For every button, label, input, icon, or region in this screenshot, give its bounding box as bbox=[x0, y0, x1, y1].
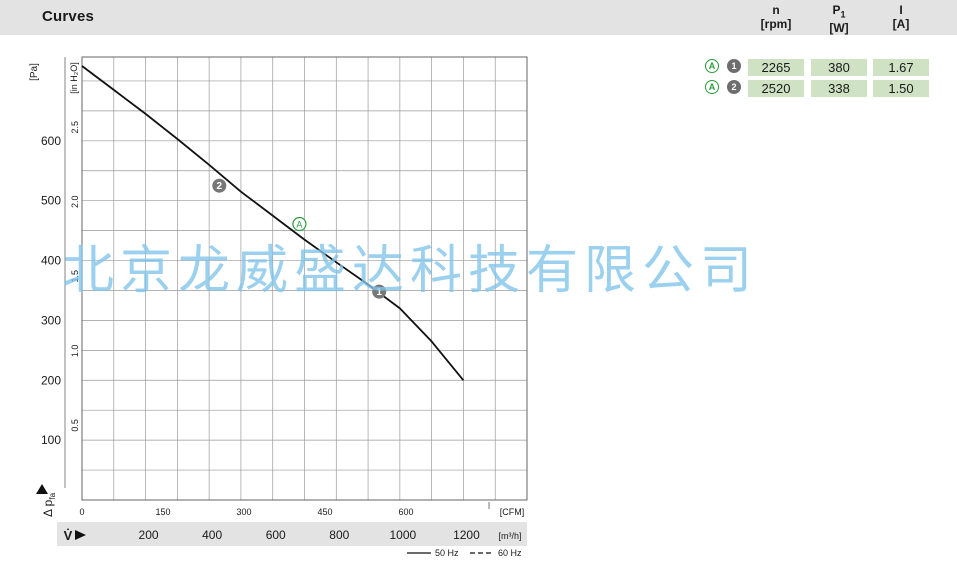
y-tick-label-pa: 600 bbox=[41, 134, 61, 148]
x-tick-label-m3h: 1200 bbox=[453, 528, 480, 542]
x-tick-label-m3h: 600 bbox=[266, 528, 286, 542]
y-tick-label-pa: 500 bbox=[41, 194, 61, 208]
x-tick-label-m3h: 1000 bbox=[390, 528, 417, 542]
y-tick-label-pa: 200 bbox=[41, 373, 61, 387]
y-unit-pa: [Pa] bbox=[29, 63, 40, 81]
y-tick-label-inh2o: 1.0 bbox=[70, 345, 80, 358]
x-tick-label-cfm: 450 bbox=[318, 507, 333, 517]
x-tick-label-m3h: 800 bbox=[329, 528, 349, 542]
operating-point-marker-label: 2 bbox=[217, 181, 223, 192]
legend-label: 60 Hz bbox=[498, 548, 522, 558]
curve-a-marker-label: A bbox=[296, 220, 302, 230]
marker-layer: 1 2 A bbox=[212, 178, 387, 299]
y-tick-label-inh2o: 1.5 bbox=[70, 270, 80, 283]
x-tick-label-cfm: 600 bbox=[399, 507, 414, 517]
x-tick-label-cfm: 150 bbox=[155, 507, 170, 517]
y-unit-inh2o: [in H₂O] bbox=[69, 62, 79, 94]
y-tick-label-inh2o: 0.5 bbox=[70, 419, 80, 432]
x-axis-symbol: V̇ bbox=[64, 528, 73, 543]
fan-curve-chart: 1 2 A 100 200 300 400 500 600 0.5 1.0 1.5 2.0 2.5 [Pa… bbox=[29, 56, 528, 558]
y-tick-label-inh2o: 2.5 bbox=[70, 121, 80, 134]
y-axis-arrow-icon bbox=[36, 484, 48, 494]
y-tick-label-pa: 100 bbox=[41, 433, 61, 447]
x-tick-label-m3h: 200 bbox=[139, 528, 159, 542]
x-axis-arrow-icon bbox=[75, 530, 86, 540]
x-tick-label-cfm: 0 bbox=[79, 507, 84, 517]
legend-label: 50 Hz bbox=[435, 548, 459, 558]
x-unit-cfm: [CFM] bbox=[500, 507, 525, 517]
y-axis-symbol: Δ pfa bbox=[41, 492, 57, 517]
x-tick-label-m3h: 400 bbox=[202, 528, 222, 542]
tick-label-layer: 100 200 300 400 500 600 0.5 1.0 1.5 2.0 2.5 [Pa] [in… bbox=[29, 62, 524, 558]
chart-grid bbox=[64, 56, 528, 501]
y-tick-label-inh2o: 2.0 bbox=[70, 196, 80, 209]
x-tick-label-cfm: 300 bbox=[236, 507, 251, 517]
y-tick-label-pa: 300 bbox=[41, 313, 61, 327]
y-tick-label-pa: 400 bbox=[41, 254, 61, 268]
operating-point-marker-label: 1 bbox=[376, 287, 382, 298]
x-unit-m3h: [m³/h] bbox=[498, 531, 521, 541]
